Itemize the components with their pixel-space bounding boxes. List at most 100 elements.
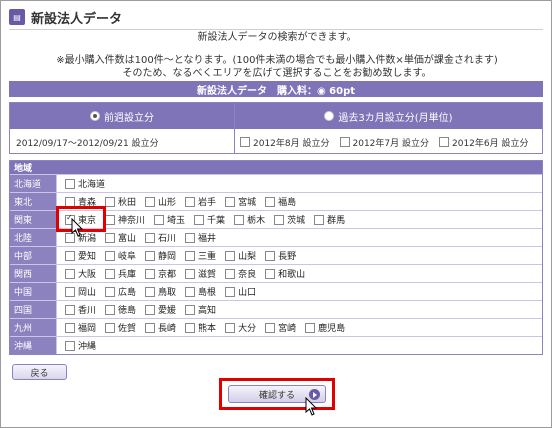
checkbox[interactable] [105, 286, 116, 297]
checkbox[interactable] [185, 286, 196, 297]
prefecture-option[interactable]: 群馬 [314, 213, 345, 226]
prefecture-option[interactable]: 福島 [265, 195, 296, 208]
checkbox[interactable] [439, 137, 449, 147]
prefecture-option[interactable]: 佐賀 [105, 321, 136, 334]
checkbox[interactable] [105, 268, 116, 279]
checkbox[interactable] [185, 304, 196, 315]
prefecture-option[interactable]: 鹿児島 [305, 321, 345, 334]
checkbox[interactable] [65, 250, 75, 261]
checkbox[interactable] [65, 178, 75, 189]
checkbox[interactable] [145, 304, 156, 315]
checkbox[interactable] [105, 304, 116, 315]
checkbox[interactable] [339, 137, 350, 147]
period-weekly-option[interactable]: 前週設立分 [10, 103, 234, 129]
checkbox[interactable] [185, 232, 196, 243]
prefecture-option[interactable]: 滋賀 [185, 267, 216, 280]
radio-weekly[interactable] [90, 111, 100, 121]
checkbox[interactable] [105, 322, 116, 333]
checkbox[interactable] [65, 322, 75, 333]
prefecture-option[interactable]: 徳島 [105, 303, 136, 316]
checkbox[interactable] [65, 268, 75, 279]
prefecture-option[interactable]: 熊本 [185, 321, 216, 334]
prefecture-option[interactable]: 宮崎 [265, 321, 296, 334]
checkbox[interactable] [65, 304, 75, 315]
checkbox[interactable] [105, 196, 116, 207]
checkbox[interactable] [240, 137, 250, 147]
checkbox[interactable] [145, 268, 156, 279]
checkbox[interactable] [314, 214, 325, 225]
checkbox[interactable] [225, 250, 236, 261]
prefecture-option[interactable]: 茨城 [274, 213, 305, 226]
prefecture-option[interactable]: 三重 [185, 249, 216, 262]
checkbox[interactable] [265, 268, 276, 279]
prefecture-option[interactable]: 神奈川 [105, 213, 145, 226]
prefecture-option[interactable]: 香川 [65, 303, 96, 316]
checkbox[interactable] [265, 196, 276, 207]
checkbox[interactable] [185, 268, 196, 279]
prefecture-option[interactable]: 北海道 [65, 177, 105, 190]
prefecture-option[interactable]: 長野 [265, 249, 296, 262]
prefecture-option[interactable]: 山口 [225, 285, 256, 298]
prefecture-option[interactable]: 京都 [145, 267, 176, 280]
prefecture-option[interactable]: 埼玉 [154, 213, 185, 226]
checkbox[interactable] [225, 322, 236, 333]
checkbox[interactable] [145, 232, 156, 243]
prefecture-option[interactable]: 高知 [185, 303, 216, 316]
checkbox[interactable] [185, 196, 196, 207]
checkbox[interactable] [145, 250, 156, 261]
month-option[interactable]: 2012年6月 設立分 [439, 136, 529, 149]
month-option[interactable]: 2012年7月 設立分 [339, 136, 429, 149]
checkbox[interactable] [65, 340, 75, 351]
prefecture-option[interactable]: 岐阜 [105, 249, 136, 262]
checkbox[interactable] [145, 322, 156, 333]
prefecture-option[interactable]: 大阪 [65, 267, 96, 280]
prefecture-option[interactable]: 広島 [105, 285, 136, 298]
checkbox[interactable] [234, 214, 245, 225]
back-button[interactable]: 戻る [12, 364, 67, 380]
prefecture-option[interactable]: 大分 [225, 321, 256, 334]
prefecture-option[interactable]: 沖縄 [65, 339, 96, 352]
prefecture-option[interactable]: 奈良 [225, 267, 256, 280]
prefecture-option[interactable]: 富山 [105, 231, 136, 244]
prefecture-option[interactable]: 静岡 [145, 249, 176, 262]
checkbox[interactable] [225, 268, 236, 279]
prefecture-option[interactable]: 和歌山 [265, 267, 305, 280]
checkbox[interactable] [265, 322, 276, 333]
checkbox[interactable] [305, 322, 316, 333]
prefecture-option[interactable]: 長崎 [145, 321, 176, 334]
checkbox[interactable] [105, 214, 116, 225]
prefecture-option[interactable]: 山形 [145, 195, 176, 208]
period-monthly-option[interactable]: 過去3カ月設立分(月単位) [235, 103, 542, 129]
prefecture-option[interactable]: 鳥取 [145, 285, 176, 298]
month-option[interactable]: 2012年8月 設立分 [240, 136, 330, 149]
checkbox[interactable] [65, 286, 75, 297]
checkbox[interactable] [185, 250, 196, 261]
prefecture-option[interactable]: 山梨 [225, 249, 256, 262]
prefecture-option[interactable]: 宮城 [225, 195, 256, 208]
checkbox[interactable] [274, 214, 285, 225]
checkbox[interactable] [145, 286, 156, 297]
prefecture-option[interactable]: 秋田 [105, 195, 136, 208]
checkbox[interactable] [154, 214, 165, 225]
radio-monthly[interactable] [324, 111, 335, 121]
checkbox[interactable] [65, 196, 75, 207]
checkbox[interactable] [105, 232, 116, 243]
checkbox[interactable] [145, 196, 156, 207]
checkbox[interactable] [265, 250, 276, 261]
prefecture-option[interactable]: 愛知 [65, 249, 96, 262]
prefecture-option[interactable]: 石川 [145, 231, 176, 244]
checkbox[interactable] [185, 322, 196, 333]
checkbox[interactable] [194, 214, 205, 225]
prefecture-option[interactable]: 栃木 [234, 213, 265, 226]
prefecture-option[interactable]: 島根 [185, 285, 216, 298]
checkbox[interactable] [225, 196, 236, 207]
prefecture-option[interactable]: 福岡 [65, 321, 96, 334]
checkbox[interactable] [105, 250, 116, 261]
prefecture-option[interactable]: 岩手 [185, 195, 216, 208]
checkbox[interactable] [225, 286, 236, 297]
prefecture-option[interactable]: 千葉 [194, 213, 225, 226]
prefecture-option[interactable]: 兵庫 [105, 267, 136, 280]
prefecture-option[interactable]: 愛媛 [145, 303, 176, 316]
prefecture-option[interactable]: 岡山 [65, 285, 96, 298]
prefecture-option[interactable]: 福井 [185, 231, 216, 244]
